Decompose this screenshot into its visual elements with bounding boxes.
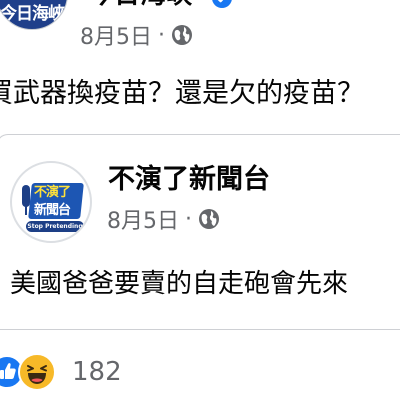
globe-icon[interactable] <box>171 24 193 46</box>
shared-page-name[interactable]: 不演了新聞台 <box>108 163 270 197</box>
post-meta: 8月5日 · <box>80 19 193 51</box>
haha-reaction-icon <box>18 353 56 391</box>
verified-badge-icon <box>212 0 232 8</box>
avatar-logo-text-top: 不演了 <box>34 185 71 200</box>
microphone-stand <box>25 205 27 215</box>
shared-page-avatar[interactable]: 不演了 新聞台 Stop Pretending <box>10 161 92 243</box>
meta-separator: · <box>158 22 165 48</box>
avatar-logo-text-bottom: 新聞台 <box>34 203 71 218</box>
shared-post-meta: 8月5日 · <box>107 203 220 235</box>
reaction-count[interactable]: 182 <box>72 355 122 389</box>
post-text: 買武器換疫苗？還是欠的疫苗？ <box>0 78 364 109</box>
avatar-logo-text: 今日海峽 <box>0 4 65 24</box>
page-name[interactable]: 今日海峽 <box>88 0 192 10</box>
reactions-summary[interactable]: 182 <box>0 350 122 394</box>
globe-icon[interactable] <box>198 208 220 230</box>
post-date[interactable]: 8月5日 <box>80 19 152 51</box>
shared-post-text: 美國爸爸要賣的自走砲會先來 <box>10 269 349 299</box>
page-avatar[interactable]: 今日海峽 <box>0 0 68 30</box>
avatar-ribbon: Stop Pretending <box>26 221 84 232</box>
shared-post-date[interactable]: 8月5日 <box>107 203 179 235</box>
meta-separator: · <box>185 206 192 232</box>
